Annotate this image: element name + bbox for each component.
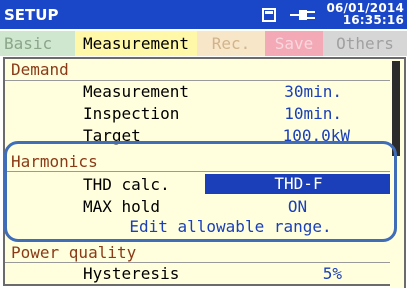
setting-value-inspection[interactable]: 10min. [205, 104, 390, 123]
bottom-bar [0, 288, 407, 307]
setting-label-measurement: Measurement [83, 82, 189, 101]
tab-basic[interactable]: Basic [0, 31, 75, 56]
scrollbar-thumb[interactable] [392, 61, 400, 156]
plug-icon [290, 10, 315, 20]
title-bar: SETUP 06/01/2014 16:35:16 [0, 0, 407, 29]
section-title-demand: Demand [11, 60, 69, 79]
tab-save[interactable]: Save [265, 31, 323, 56]
section-title-power-quality: Power quality [11, 243, 137, 262]
setting-label-hysteresis: Hysteresis [83, 264, 180, 283]
tab-measurement[interactable]: Measurement [75, 31, 197, 56]
tab-others[interactable]: Others [323, 31, 407, 56]
tab-bar: Basic Measurement Rec. Save Others [0, 31, 407, 56]
screen-title: SETUP [4, 6, 59, 24]
harmonics-highlight-outline [4, 141, 397, 242]
divider [5, 262, 392, 263]
card-icon [262, 8, 276, 22]
setting-value-measurement[interactable]: 30min. [205, 82, 390, 101]
setup-screen: SETUP 06/01/2014 16:35:16 Basic Measurem… [0, 0, 407, 307]
divider [5, 80, 392, 81]
setting-label-inspection: Inspection [83, 104, 180, 123]
time-display: 16:35:16 [342, 13, 404, 27]
tab-rec[interactable]: Rec. [197, 31, 265, 56]
setting-value-hysteresis[interactable]: 5% [205, 264, 390, 283]
